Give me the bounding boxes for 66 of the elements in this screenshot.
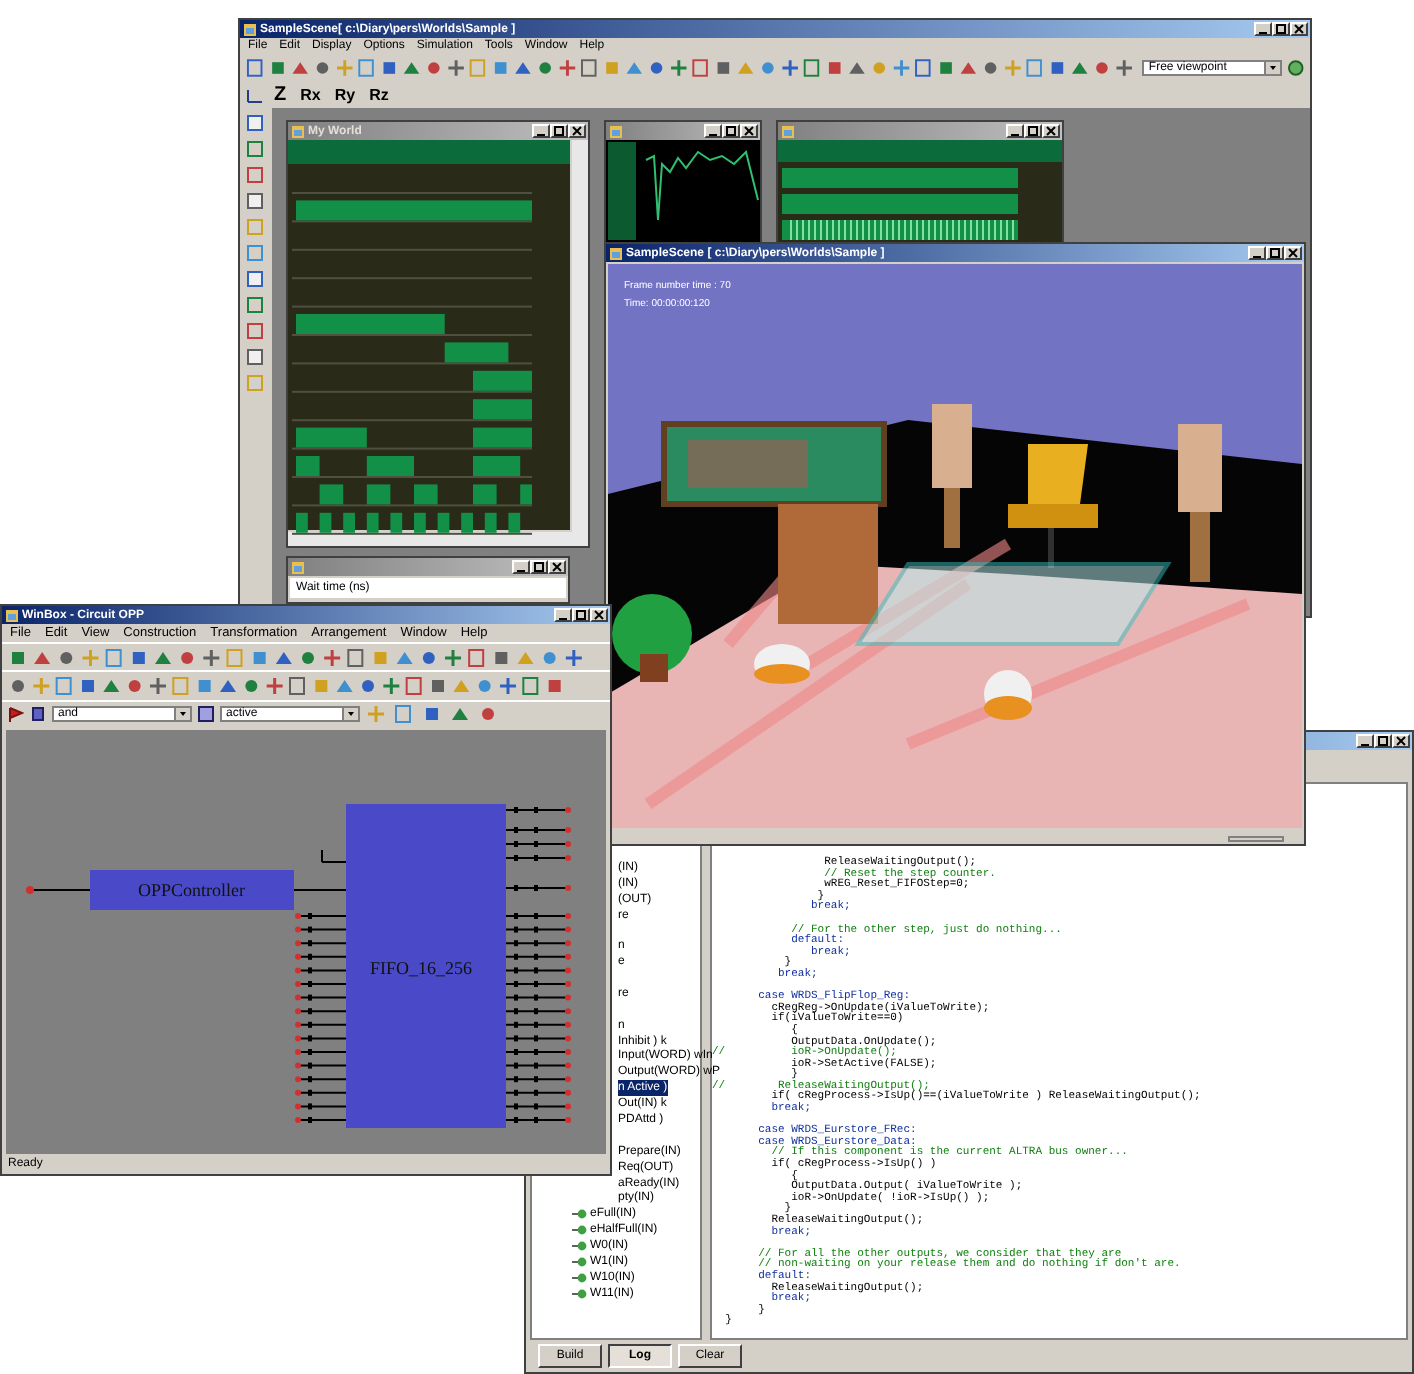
window-icon — [610, 247, 622, 259]
port-icon — [572, 1208, 588, 1221]
close-button[interactable] — [1284, 246, 1302, 260]
maximize-button[interactable] — [572, 608, 590, 622]
minimize-button[interactable] — [512, 560, 530, 574]
axis-button[interactable]: Ry — [330, 84, 360, 106]
window-icon — [244, 23, 256, 35]
maximize-icon — [532, 560, 546, 574]
maximize-button[interactable] — [1024, 124, 1042, 138]
close-button[interactable] — [740, 124, 758, 138]
block-label: FIFO_16_256 — [370, 957, 473, 978]
minimize-button[interactable] — [554, 608, 572, 622]
axis-button[interactable]: Z — [270, 84, 291, 106]
grid-icon — [198, 706, 214, 723]
minimize-button[interactable] — [1356, 734, 1374, 748]
maximize-button[interactable] — [550, 124, 568, 138]
close-icon — [1292, 22, 1306, 36]
caret-icon — [174, 708, 190, 721]
maximize-button[interactable] — [1272, 22, 1290, 36]
maximize-button[interactable] — [1266, 246, 1284, 260]
minimize-button[interactable] — [704, 124, 722, 138]
caret-icon — [342, 708, 358, 721]
maximize-icon — [552, 124, 566, 138]
minimize-button[interactable] — [532, 124, 550, 138]
close-icon — [742, 124, 756, 138]
close-button[interactable] — [590, 608, 608, 622]
maximize-icon — [1376, 734, 1390, 748]
maximize-button[interactable] — [1374, 734, 1392, 748]
caret-icon — [1264, 62, 1281, 74]
window-icon — [292, 125, 304, 137]
port-icon — [572, 1240, 588, 1253]
flag-icon — [8, 706, 24, 723]
close-icon — [1286, 246, 1300, 260]
window-icon — [782, 125, 794, 137]
globe-icon — [1288, 60, 1304, 76]
minimize-button[interactable] — [1248, 246, 1266, 260]
maximize-button[interactable] — [530, 560, 548, 574]
maximize-icon — [1274, 22, 1288, 36]
close-button[interactable] — [1042, 124, 1060, 138]
window-icon — [6, 609, 18, 621]
minimize-button[interactable] — [1006, 124, 1024, 138]
axes-icon — [246, 87, 264, 103]
port-icon — [572, 1287, 588, 1300]
axis-button[interactable]: Rx — [296, 84, 325, 106]
close-icon — [592, 608, 606, 622]
close-button[interactable] — [1290, 22, 1308, 36]
close-icon — [1044, 124, 1058, 138]
close-icon — [550, 560, 564, 574]
close-button[interactable] — [1392, 734, 1410, 748]
maximize-button[interactable] — [722, 124, 740, 138]
close-icon — [570, 124, 584, 138]
window-icon — [610, 125, 622, 137]
close-icon — [1394, 734, 1408, 748]
maximize-icon — [1026, 124, 1040, 138]
chip-icon — [30, 706, 46, 723]
maximize-icon — [724, 124, 738, 138]
port-icon — [572, 1224, 588, 1237]
axis-button[interactable]: Rz — [365, 84, 393, 106]
maximize-icon — [1268, 246, 1282, 260]
minimize-button[interactable] — [1254, 22, 1272, 36]
block-label: OPPController — [138, 879, 246, 900]
window-icon — [292, 561, 304, 573]
maximize-icon — [574, 608, 588, 622]
status-field — [1228, 836, 1284, 842]
close-button[interactable] — [548, 560, 566, 574]
close-button[interactable] — [568, 124, 586, 138]
